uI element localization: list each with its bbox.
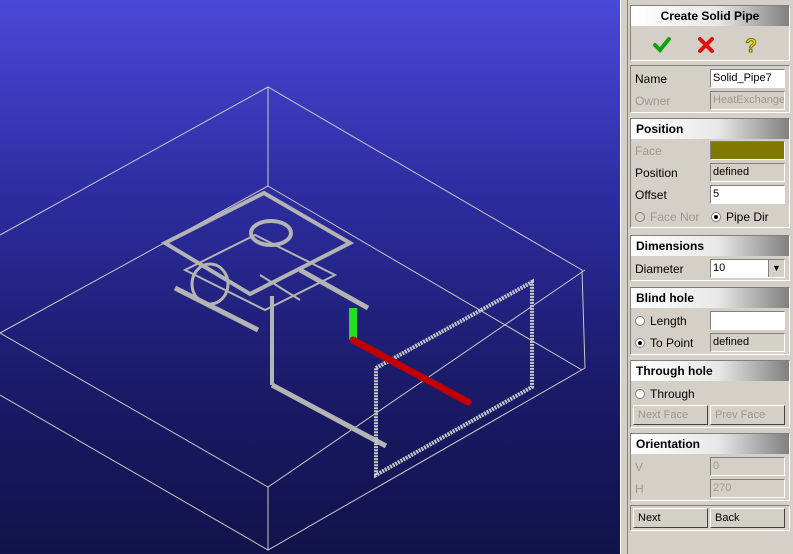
position-label: Position [635,166,678,180]
position-section: Position Face Position defined Offset 5 … [630,118,790,228]
dimensions-section: Dimensions Diameter 10 ▼ [630,235,790,281]
orientation-header: Orientation [631,434,789,454]
help-button[interactable]: ? [740,34,762,58]
v-label: V [635,460,644,474]
ok-button[interactable] [651,34,673,56]
general-section: Name Solid_Pipe7 Owner HeatExchange [630,65,790,113]
to-point-field: defined [710,333,785,352]
face-normal-radio [635,212,645,222]
wireframe-scene [0,86,586,551]
diameter-select[interactable]: 10 ▼ [710,259,785,278]
through-hole-header: Through hole [631,361,789,381]
through-hole-section: Through hole Through Next Face Prev Face [630,360,790,428]
prev-face-button: Prev Face [710,405,785,425]
position-field: defined [710,163,785,182]
question-icon: ? [745,36,758,58]
back-button[interactable]: Back [710,508,785,528]
chevron-down-icon[interactable]: ▼ [768,260,784,277]
name-label: Name [635,72,668,86]
next-face-button: Next Face [633,405,708,425]
plate-frame [374,278,534,479]
pipe-dir-label: Pipe Dir [726,210,769,224]
length-field[interactable] [710,311,785,330]
create-solid-pipe-panel: Create Solid Pipe ? Name Solid_Pipe7 Own… [628,0,793,554]
through-label: Through [650,387,695,401]
owner-label: Owner [635,94,671,108]
offset-label: Offset [635,188,667,202]
diameter-value: 10 [713,262,726,274]
h-field: 270 [710,479,785,498]
bounding-box [0,86,586,551]
diameter-label: Diameter [635,262,684,276]
position-header: Position [631,119,789,139]
name-field[interactable]: Solid_Pipe7 [710,69,785,88]
check-icon [653,37,671,53]
blind-hole-section: Blind hole Length To Point defined [630,287,790,355]
face-label: Face [635,144,662,158]
owner-field: HeatExchange [710,91,785,110]
panel-title: Create Solid Pipe [631,6,789,26]
svg-text:?: ? [745,36,757,56]
panel-splitter[interactable] [620,0,628,554]
cross-icon [698,37,714,53]
length-radio[interactable] [635,316,645,326]
next-button[interactable]: Next [633,508,708,528]
through-radio[interactable] [635,389,645,399]
h-label: H [635,482,644,496]
cancel-button[interactable] [695,34,717,56]
dimensions-header: Dimensions [631,236,789,256]
orientation-section: Orientation V 0 H 270 [630,433,790,501]
to-point-radio[interactable] [635,338,645,348]
face-color-swatch[interactable] [710,141,785,160]
offset-field[interactable]: 5 [710,185,785,204]
blind-hole-header: Blind hole [631,288,789,308]
3d-viewport[interactable] [0,0,620,554]
pipe-dir-radio[interactable] [711,212,721,222]
v-field: 0 [710,457,785,476]
nav-section: Next Back [630,505,790,531]
